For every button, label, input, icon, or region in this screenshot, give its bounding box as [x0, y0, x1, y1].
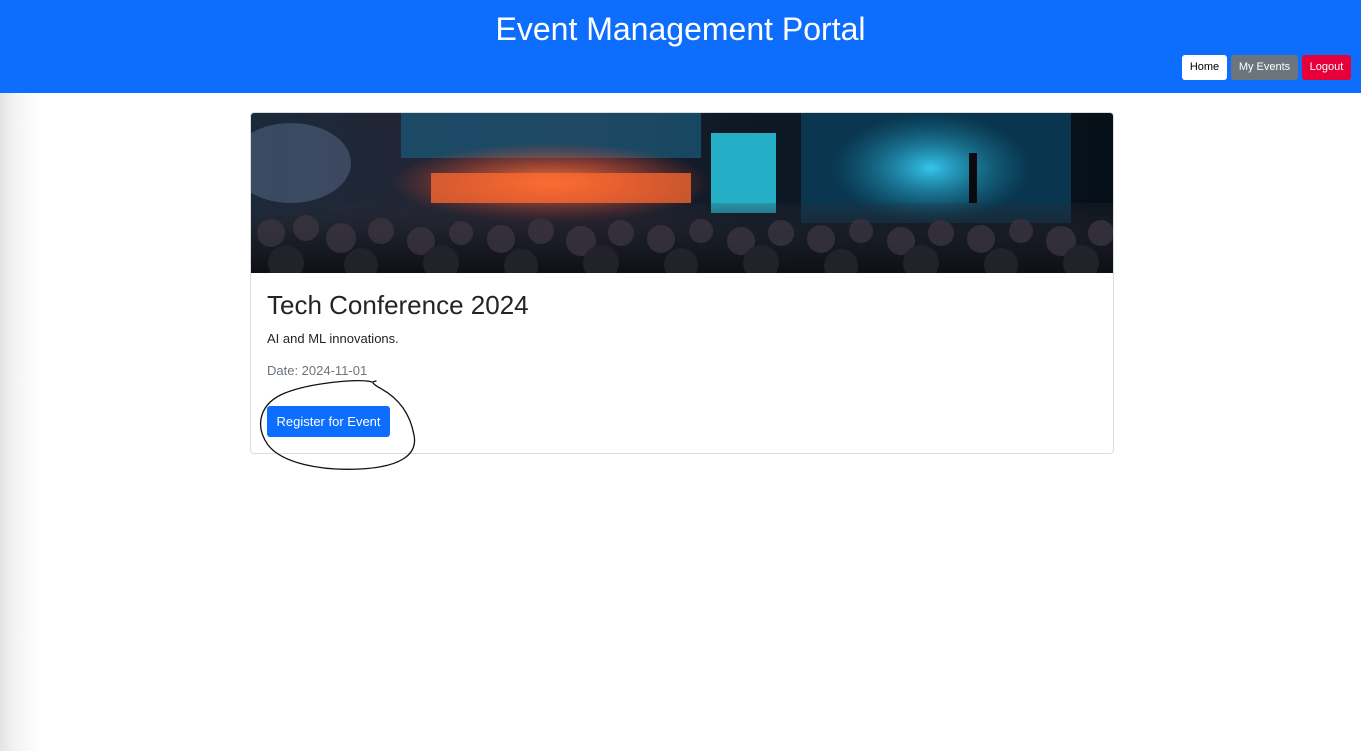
event-card: Tech Conference 2024 AI and ML innovatio…: [250, 112, 1114, 454]
event-image: [251, 113, 1113, 273]
logout-button[interactable]: Logout: [1302, 55, 1351, 80]
event-description: AI and ML innovations.: [267, 331, 399, 346]
top-header: Event Management Portal Home My Events L…: [0, 0, 1361, 93]
event-date: Date: 2024-11-01: [267, 363, 368, 378]
my-events-button[interactable]: My Events: [1231, 55, 1298, 80]
register-button[interactable]: Register for Event: [267, 406, 390, 437]
page-title: Event Management Portal: [495, 11, 866, 47]
page-edge-shadow: [0, 93, 40, 751]
event-title: Tech Conference 2024: [267, 290, 529, 320]
home-button[interactable]: Home: [1182, 55, 1227, 80]
top-nav: Home My Events Logout: [1182, 55, 1351, 80]
